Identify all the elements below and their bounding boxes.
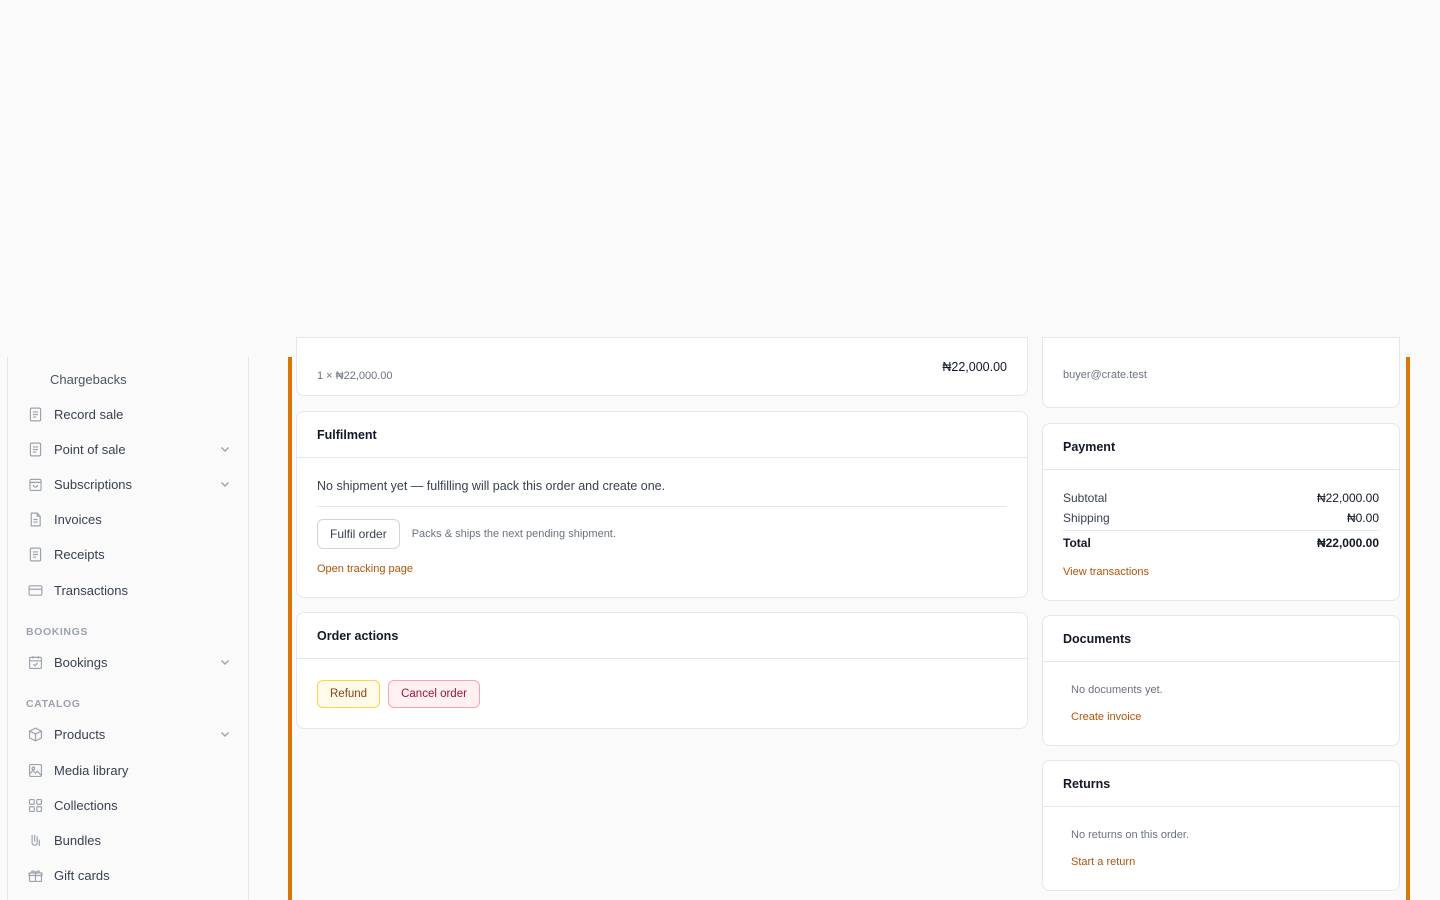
returns-empty: No returns on this order. (1071, 829, 1190, 841)
sidebar: Chargebacks Record sale Point of sale Su… (7, 357, 249, 900)
fulfil-hint: Packs & ships the next pending shipment. (411, 528, 616, 540)
receipt-icon (26, 545, 44, 563)
document-icon (26, 510, 44, 528)
customer-email: buyer@crate.test (1063, 369, 1147, 381)
fulfilment-message: No shipment yet — fulfilling will pack t… (317, 479, 666, 493)
returns-title: Returns (1043, 761, 1399, 807)
line-items-card: 1 × ₦22,000.00 ₦22,000.00 (296, 337, 1028, 396)
documents-card: Documents No documents yet. Create invoi… (1042, 615, 1400, 746)
sidebar-item-transactions[interactable]: Transactions (26, 578, 232, 602)
payment-card: Payment Subtotal ₦22,000.00 Shipping ₦0.… (1042, 423, 1400, 601)
refund-button[interactable]: Refund (317, 680, 381, 708)
customer-card: buyer@crate.test (1042, 337, 1400, 408)
documents-title: Documents (1043, 616, 1399, 662)
sidebar-item-label: Bookings (54, 654, 108, 670)
sidebar-item-label: Receipts (54, 546, 105, 562)
receipt-icon (26, 440, 44, 458)
shipping-row: Shipping ₦0.00 (1063, 511, 1379, 531)
fulfilment-card: Fulfilment No shipment yet — fulfilling … (296, 411, 1028, 598)
section-label-catalog: CATALOG (26, 698, 81, 710)
returns-card: Returns No returns on this order. Start … (1042, 760, 1400, 891)
shipping-value: ₦0.00 (1346, 511, 1379, 525)
total-label: Total (1063, 536, 1091, 550)
order-actions-card: Order actions Refund Cancel order (296, 612, 1028, 729)
create-invoice-link[interactable]: Create invoice (1071, 711, 1141, 723)
sidebar-item-gift-cards[interactable]: Gift cards (26, 863, 232, 887)
chevron-down-icon[interactable] (218, 655, 232, 669)
line-item-total: ₦22,000.00 (942, 360, 1007, 374)
sidebar-item-label: Collections (54, 797, 118, 813)
sidebar-item-label: Products (54, 726, 106, 742)
chevron-down-icon[interactable] (218, 477, 232, 491)
sidebar-item-label: Gift cards (54, 867, 110, 883)
sidebar-item-point-of-sale[interactable]: Point of sale (26, 437, 232, 461)
open-tracking-page-link[interactable]: Open tracking page (317, 563, 413, 575)
card-icon (26, 581, 44, 599)
sidebar-item-label: Record sale (54, 406, 124, 422)
sidebar-item-bookings[interactable]: Bookings (26, 650, 232, 674)
view-transactions-link[interactable]: View transactions (1063, 566, 1149, 578)
grid-icon (26, 796, 44, 814)
bundle-icon (26, 831, 44, 849)
divider (317, 506, 1007, 507)
cancel-order-button[interactable]: Cancel order (388, 680, 480, 708)
receipt-icon (26, 405, 44, 423)
section-label-bookings: BOOKINGS (26, 626, 88, 638)
sidebar-item-collections[interactable]: Collections (26, 793, 232, 817)
sidebar-item-media-library[interactable]: Media library (26, 758, 232, 782)
subtotal-value: ₦22,000.00 (1316, 491, 1379, 505)
sidebar-item-receipts[interactable]: Receipts (26, 542, 232, 566)
sidebar-item-record-sale[interactable]: Record sale (26, 402, 232, 426)
fulfilment-title: Fulfilment (297, 412, 1027, 458)
sidebar-item-label: Subscriptions (54, 476, 133, 492)
sidebar-item-subscriptions[interactable]: Subscriptions (26, 472, 232, 496)
chevron-down-icon[interactable] (218, 727, 232, 741)
calendar-icon (26, 653, 44, 671)
total-value: ₦22,000.00 (1316, 536, 1379, 550)
sidebar-item-products[interactable]: Products (26, 722, 232, 746)
box-icon (26, 725, 44, 743)
order-actions-row: Refund Cancel order (317, 680, 480, 708)
payment-title: Payment (1043, 424, 1399, 470)
fulfil-row: Fulfil order Packs & ships the next pend… (317, 519, 616, 549)
fulfil-order-button[interactable]: Fulfil order (317, 519, 400, 549)
start-return-link[interactable]: Start a return (1071, 856, 1135, 868)
subtotal-row: Subtotal ₦22,000.00 (1063, 491, 1379, 511)
total-row: Total ₦22,000.00 (1063, 531, 1379, 555)
order-detail-frame: 1 × ₦22,000.00 ₦22,000.00 buyer@crate.te… (288, 337, 1410, 900)
order-actions-title: Order actions (297, 613, 1027, 659)
bag-icon (26, 475, 44, 493)
chevron-down-icon[interactable] (218, 442, 232, 456)
sidebar-item-label: Transactions (54, 582, 128, 598)
line-item-qty-price: 1 × ₦22,000.00 (317, 370, 393, 382)
documents-empty: No documents yet. (1071, 684, 1163, 696)
gift-icon (26, 866, 44, 884)
sidebar-item-invoices[interactable]: Invoices (26, 507, 232, 531)
sidebar-item-label: Point of sale (54, 441, 126, 457)
shipping-label: Shipping (1063, 511, 1110, 525)
sidebar-item-bundles[interactable]: Bundles (26, 828, 232, 852)
sidebar-item-label: Invoices (54, 511, 102, 527)
sidebar-subitem-chargebacks[interactable]: Chargebacks (50, 372, 127, 387)
sidebar-item-label: Bundles (54, 832, 101, 848)
payment-summary: Subtotal ₦22,000.00 Shipping ₦0.00 Total… (1063, 491, 1379, 555)
subtotal-label: Subtotal (1063, 491, 1108, 505)
sidebar-item-label: Media library (54, 762, 129, 778)
image-icon (26, 761, 44, 779)
